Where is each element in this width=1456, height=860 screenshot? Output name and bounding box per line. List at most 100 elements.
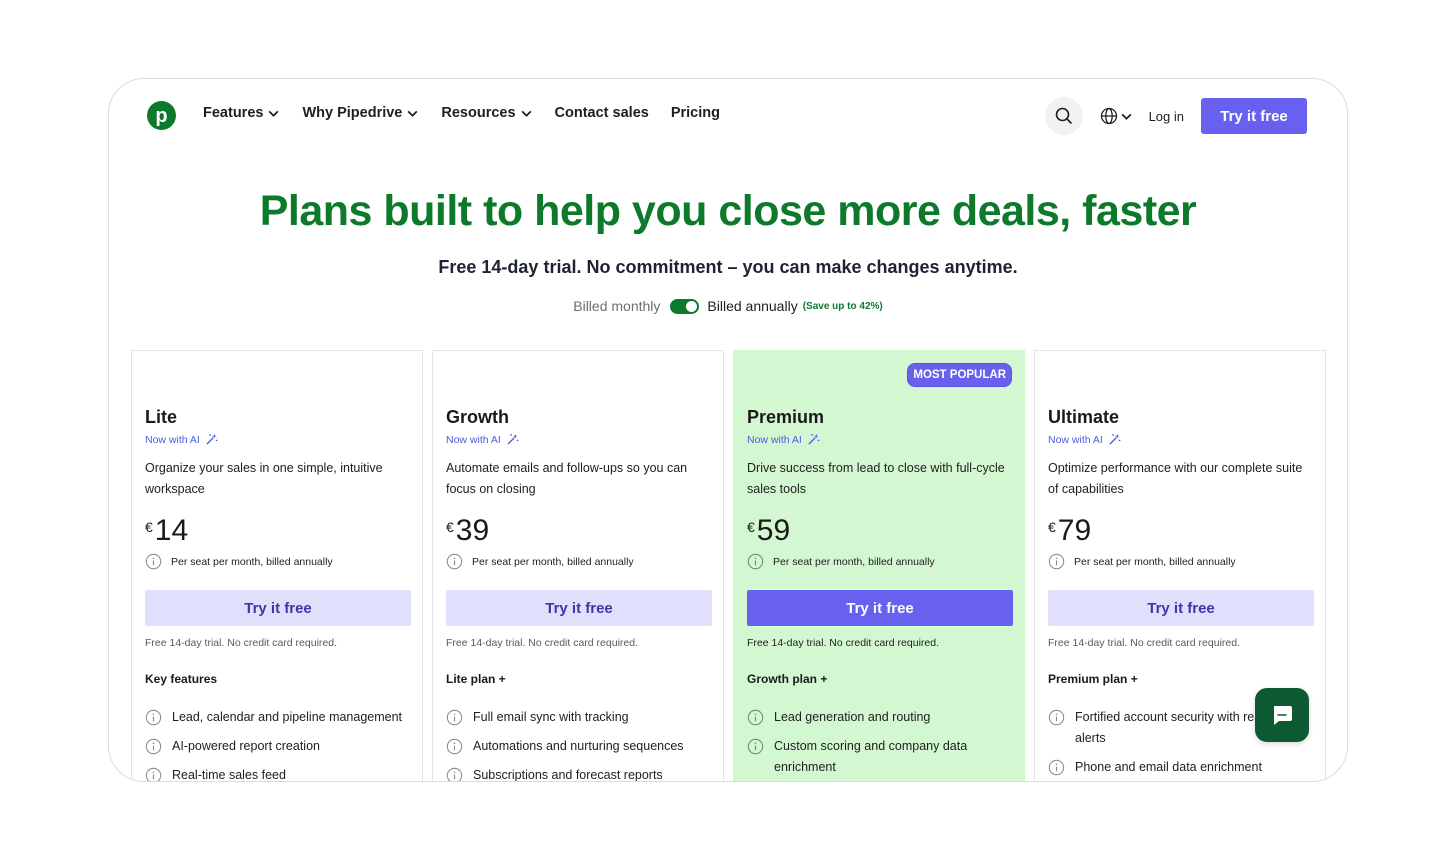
- ai-tag: Now with AI: [747, 433, 820, 446]
- feature-item: Custom scoring and company data enrichme…: [747, 736, 1015, 778]
- feature-text: Automations and nurturing sequences: [473, 739, 684, 753]
- feature-item: Real-time sales feed: [145, 765, 413, 782]
- plan-description: Automate emails and follow-ups so you ca…: [446, 461, 688, 496]
- info-icon[interactable]: [1048, 759, 1065, 776]
- price-currency: €: [747, 519, 755, 535]
- billing-note: Per seat per month, billed annually: [1048, 553, 1236, 570]
- feature-text: Full email sync with tracking: [473, 710, 629, 724]
- chat-bubble-icon: [1274, 706, 1292, 725]
- info-icon[interactable]: [747, 709, 764, 726]
- plan-card-growth: Growth Now with AI Automate emails and f…: [432, 350, 724, 782]
- plan-price: € 39: [446, 514, 489, 548]
- browser-frame: p Features Why Pipedrive Resources Conta…: [108, 78, 1348, 782]
- billing-note-text: Per seat per month, billed annually: [472, 555, 634, 568]
- feature-item: Full email sync with tracking: [446, 707, 714, 728]
- ai-tag: Now with AI: [145, 433, 218, 446]
- trial-note: Free 14-day trial. No credit card requir…: [747, 637, 939, 649]
- nav-pricing[interactable]: Pricing: [671, 105, 720, 121]
- plan-description: Optimize performance with our complete s…: [1048, 461, 1303, 496]
- plan-price: € 79: [1048, 514, 1091, 548]
- price-currency: €: [446, 519, 454, 535]
- plan-price: € 59: [747, 514, 790, 548]
- plan-try-button[interactable]: Try it free: [145, 590, 411, 626]
- nav-why-pipedrive[interactable]: Why Pipedrive: [302, 105, 419, 121]
- plan-name: Ultimate: [1048, 407, 1120, 427]
- info-icon[interactable]: [1048, 553, 1065, 570]
- feature-list: Lead generation and routing Custom scori…: [747, 707, 1015, 781]
- info-icon[interactable]: [145, 738, 162, 755]
- ai-tag-label: Now with AI: [747, 433, 802, 446]
- price-currency: €: [145, 519, 153, 535]
- pipedrive-logo[interactable]: p: [147, 101, 176, 130]
- feature-item: Subscriptions and forecast reports: [446, 765, 714, 782]
- plan-name: Growth: [446, 407, 509, 427]
- billed-annually-label[interactable]: Billed annually: [707, 298, 797, 314]
- plan-description: Organize your sales in one simple, intui…: [145, 461, 383, 496]
- nav-features[interactable]: Features: [203, 105, 280, 121]
- ai-tag-label: Now with AI: [446, 433, 501, 446]
- top-nav: p Features Why Pipedrive Resources Conta…: [109, 79, 1347, 153]
- info-icon[interactable]: [747, 553, 764, 570]
- info-icon[interactable]: [446, 553, 463, 570]
- plan-card-premium: MOST POPULAR Premium Now with AI Drive s…: [733, 350, 1025, 781]
- nav-actions: Log in Try it free: [1044, 97, 1307, 135]
- language-selector[interactable]: [1100, 107, 1133, 125]
- info-icon[interactable]: [747, 738, 764, 755]
- billing-toggle-row: Billed monthly Billed annually (Save up …: [109, 298, 1347, 314]
- price-amount: 14: [154, 514, 189, 547]
- nav-link-label: Features: [203, 105, 264, 121]
- features-title: Key features: [145, 672, 218, 686]
- login-link[interactable]: Log in: [1149, 109, 1184, 124]
- page-title: Plans built to help you close more deals…: [259, 187, 1197, 235]
- price-amount: 79: [1057, 514, 1092, 547]
- globe-icon: [1100, 107, 1117, 125]
- trial-note: Free 14-day trial. No credit card requir…: [145, 637, 337, 649]
- nav-link-label: Pricing: [670, 105, 720, 121]
- search-button[interactable]: [1044, 97, 1083, 135]
- billing-note-text: Per seat per month, billed annually: [171, 555, 333, 568]
- magic-wand-icon: [507, 433, 519, 445]
- chat-widget-button[interactable]: [1255, 688, 1309, 742]
- plan-price: € 14: [145, 514, 188, 548]
- feature-list: Full email sync with tracking Automation…: [446, 707, 714, 782]
- plan-try-button[interactable]: Try it free: [747, 590, 1013, 626]
- billed-monthly-label[interactable]: Billed monthly: [573, 298, 660, 314]
- billing-note: Per seat per month, billed annually: [145, 553, 333, 570]
- save-badge: (Save up to 42%): [802, 300, 883, 312]
- feature-text: Custom scoring and company data enrichme…: [774, 739, 968, 774]
- billing-note: Per seat per month, billed annually: [446, 553, 634, 570]
- info-icon[interactable]: [446, 738, 463, 755]
- ai-tag: Now with AI: [1048, 433, 1121, 446]
- plan-try-button[interactable]: Try it free: [446, 590, 712, 626]
- page-subtitle: Free 14-day trial. No commitment – you c…: [438, 257, 1018, 277]
- features-title: Growth plan +: [747, 672, 828, 686]
- feature-item: AI-powered report creation: [145, 736, 413, 757]
- nav-resources[interactable]: Resources: [441, 105, 532, 121]
- info-icon[interactable]: [446, 709, 463, 726]
- chevron-down-icon: [269, 110, 279, 117]
- billing-note: Per seat per month, billed annually: [747, 553, 935, 570]
- feature-list: Lead, calendar and pipeline management A…: [145, 707, 413, 782]
- info-icon[interactable]: [145, 767, 162, 782]
- billing-note-text: Per seat per month, billed annually: [773, 555, 935, 568]
- nav-contact-sales[interactable]: Contact sales: [555, 105, 649, 121]
- pricing-plans: Lite Now with AI Organize your sales in …: [131, 350, 1327, 782]
- billing-note-text: Per seat per month, billed annually: [1074, 555, 1236, 568]
- info-icon[interactable]: [145, 709, 162, 726]
- magic-wand-icon: [808, 433, 820, 445]
- price-amount: 39: [455, 514, 490, 547]
- chevron-down-icon: [521, 110, 531, 117]
- info-icon[interactable]: [446, 767, 463, 782]
- chevron-down-icon: [1121, 113, 1132, 120]
- nav-link-label: Contact sales: [554, 105, 649, 121]
- feature-text: Subscriptions and forecast reports: [473, 768, 663, 782]
- try-it-free-button[interactable]: Try it free: [1201, 98, 1307, 134]
- info-icon[interactable]: [1048, 709, 1065, 726]
- info-icon[interactable]: [145, 553, 162, 570]
- feature-item: Lead generation and routing: [747, 707, 1015, 728]
- magic-wand-icon: [1109, 433, 1121, 445]
- feature-text: Lead, calendar and pipeline management: [172, 710, 403, 724]
- plan-try-button[interactable]: Try it free: [1048, 590, 1314, 626]
- most-popular-badge: MOST POPULAR: [907, 363, 1012, 387]
- billing-toggle[interactable]: [670, 298, 700, 314]
